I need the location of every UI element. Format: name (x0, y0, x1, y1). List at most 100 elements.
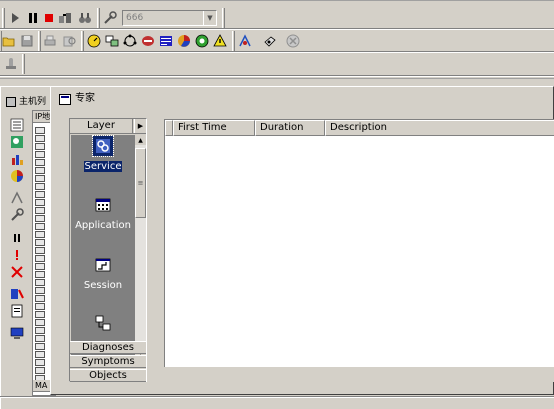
host-row-icon[interactable] (35, 279, 45, 286)
host-row-icon[interactable] (35, 199, 45, 206)
layer-item-network[interactable] (71, 313, 135, 333)
host-row-icon[interactable] (35, 303, 45, 310)
expert-window-titlebar[interactable]: 专家 (53, 89, 551, 109)
layer-item-label: Service (83, 161, 123, 172)
host-row-icon[interactable] (35, 231, 45, 238)
host-row-icon[interactable] (35, 183, 45, 190)
protocol-distribution-icon[interactable] (158, 33, 174, 49)
stop-icon[interactable] (41, 10, 57, 26)
host-row-icon[interactable] (35, 327, 45, 334)
layer-scrollbar[interactable]: ▲ ≡ ▼ (135, 135, 146, 357)
expert-window-title: 专家 (75, 93, 95, 104)
host-row-icon[interactable] (35, 271, 45, 278)
chevron-down-icon[interactable]: ▼ (203, 11, 216, 25)
scroll-up-icon[interactable]: ▲ (135, 135, 146, 145)
column-header-blank[interactable] (165, 120, 173, 136)
tool-sort-icon[interactable] (10, 287, 24, 301)
pause-icon[interactable] (25, 10, 41, 26)
host-row-icon[interactable] (35, 127, 45, 134)
host-row-icon[interactable] (35, 239, 45, 246)
host-row-icon[interactable] (35, 351, 45, 358)
column-header-description[interactable]: Description (325, 120, 554, 136)
host-row-icon[interactable] (35, 167, 45, 174)
stamp-icon[interactable] (3, 56, 19, 72)
capture-profile-select[interactable]: 666 ▼ (122, 10, 217, 26)
capture-filter-icon[interactable] (57, 10, 73, 26)
layer-item-service[interactable]: Service (71, 135, 135, 172)
host-row-icon[interactable] (35, 287, 45, 294)
tool-delete-icon[interactable] (10, 265, 24, 279)
column-header-duration[interactable]: Duration (255, 120, 325, 136)
host-row-icon[interactable] (35, 151, 45, 158)
host-row-icon[interactable] (35, 335, 45, 342)
column-header-first-time[interactable]: First Time (173, 120, 255, 136)
host-row-icon[interactable] (35, 215, 45, 222)
toolbar-grip[interactable] (2, 8, 5, 28)
host-row-icon[interactable] (35, 159, 45, 166)
host-row-icon[interactable] (35, 311, 45, 318)
section-symptoms-button[interactable]: Symptoms (70, 355, 146, 368)
history-icon[interactable] (140, 33, 156, 49)
host-row-icon[interactable] (35, 295, 45, 302)
host-row-icon[interactable] (35, 359, 45, 366)
print-icon[interactable] (42, 33, 58, 49)
host-window-icon (6, 97, 16, 107)
top-edge (0, 0, 554, 1)
toolbar-end-separator (222, 8, 225, 28)
tool-pie-chart-icon[interactable] (10, 169, 24, 183)
host-list-toolbar (7, 116, 27, 346)
section-objects-button[interactable]: Objects (70, 369, 146, 382)
session-icon (93, 255, 113, 275)
window-icon (59, 94, 71, 105)
tool-pause-icon[interactable] (10, 231, 24, 245)
toolbar-divider-light (0, 76, 554, 77)
scroll-thumb[interactable]: ≡ (135, 148, 146, 218)
host-table-icon[interactable] (104, 33, 120, 49)
tool-host-icon[interactable] (10, 191, 24, 205)
expert-icon[interactable] (194, 33, 210, 49)
diagnoses-table[interactable]: First Time Duration Description (164, 119, 554, 367)
host-row-icon[interactable] (35, 263, 45, 270)
layer-item-label: Session (83, 280, 123, 291)
host-row-icon[interactable] (35, 247, 45, 254)
section-diagnoses-button[interactable]: Diagnoses (70, 341, 146, 354)
tool-icon[interactable] (102, 10, 118, 26)
layer-item-session[interactable]: Session (71, 255, 135, 291)
host-list-title-text: 主机列 (19, 97, 47, 107)
dashboard-icon[interactable] (86, 33, 102, 49)
play-icon[interactable] (7, 10, 23, 26)
host-row-icon[interactable] (35, 255, 45, 262)
tool-search-icon[interactable] (10, 135, 24, 149)
host-row-icon[interactable] (35, 343, 45, 350)
host-row-icon[interactable] (35, 319, 45, 326)
host-row-icon[interactable] (35, 367, 45, 374)
host-row-icon[interactable] (35, 175, 45, 182)
layer-expand-icon[interactable]: ▶ (134, 119, 146, 133)
layer-item-application[interactable]: Application (71, 195, 135, 231)
tool-alert-icon[interactable] (10, 248, 24, 262)
tool-zoom-icon[interactable] (10, 118, 24, 132)
host-row-icon[interactable] (35, 223, 45, 230)
layer-list: Service Application Session (71, 135, 135, 357)
host-row-icon[interactable] (35, 191, 45, 198)
layer-header-label[interactable]: Layer (70, 119, 133, 133)
tool-bar-chart-icon[interactable] (10, 152, 24, 166)
alarm-icon[interactable] (212, 33, 228, 49)
host-row-icon[interactable] (35, 135, 45, 142)
packet-generator-icon[interactable] (262, 33, 278, 49)
mdi-area-top (0, 78, 554, 79)
tool-filter-icon[interactable] (10, 208, 24, 222)
print-preview-icon[interactable] (62, 33, 78, 49)
statistics-icon[interactable] (176, 33, 192, 49)
mdi-bottom-edge-light (0, 397, 554, 398)
address-book-icon[interactable] (237, 33, 253, 49)
save-icon[interactable] (19, 33, 35, 49)
tool-monitor-icon[interactable] (10, 326, 24, 340)
matrix-icon[interactable] (122, 33, 138, 49)
disabled-icon[interactable] (285, 33, 301, 49)
binoculars-icon[interactable] (77, 10, 93, 26)
host-row-icon[interactable] (35, 207, 45, 214)
tool-properties-icon[interactable] (10, 304, 24, 318)
open-folder-icon[interactable] (1, 33, 17, 49)
host-row-icon[interactable] (35, 143, 45, 150)
